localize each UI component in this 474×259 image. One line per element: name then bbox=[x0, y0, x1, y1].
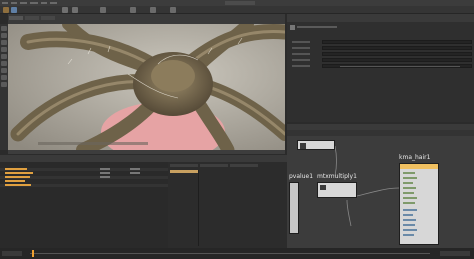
node-input-port[interactable] bbox=[403, 202, 415, 204]
node-label-kma-hair1: kma_hair1 bbox=[399, 154, 431, 161]
highlighted-row[interactable] bbox=[170, 170, 198, 173]
menu-item[interactable] bbox=[20, 2, 27, 4]
viewport-tab[interactable] bbox=[41, 16, 55, 20]
node-pvalue1[interactable] bbox=[289, 182, 299, 234]
node-mtxmultiply1[interactable] bbox=[317, 182, 357, 198]
shelf-tool-icon[interactable] bbox=[72, 7, 78, 13]
node-input-port[interactable] bbox=[403, 172, 415, 174]
list-item-label bbox=[5, 184, 31, 186]
node-input-port[interactable] bbox=[403, 177, 417, 179]
outliner-pane bbox=[0, 162, 168, 248]
column-header bbox=[230, 164, 258, 167]
list-value bbox=[100, 172, 110, 174]
node-input-port[interactable] bbox=[403, 182, 413, 184]
bottom-left-tabs bbox=[0, 155, 168, 162]
node-type-icon bbox=[300, 143, 306, 149]
shelf-tool-icon[interactable] bbox=[62, 7, 68, 13]
viewport-tool-icon[interactable] bbox=[1, 68, 7, 73]
node-input-port[interactable] bbox=[403, 197, 417, 199]
list-value bbox=[130, 172, 140, 174]
column-header bbox=[170, 164, 198, 167]
list-value bbox=[130, 168, 140, 170]
node-type-icon bbox=[320, 185, 326, 190]
list-item-label bbox=[5, 168, 27, 170]
viewport-tab[interactable] bbox=[25, 16, 39, 20]
list-value bbox=[100, 168, 110, 170]
divider bbox=[198, 170, 199, 246]
menu-item[interactable] bbox=[11, 2, 17, 4]
node-header bbox=[400, 164, 438, 169]
node-input-port[interactable] bbox=[403, 229, 417, 231]
parameter-field[interactable] bbox=[322, 40, 472, 44]
list-item[interactable] bbox=[0, 180, 168, 183]
viewport-tab[interactable] bbox=[9, 16, 23, 20]
shelf-tool-icon[interactable] bbox=[100, 7, 106, 13]
viewport-tool-icon[interactable] bbox=[1, 47, 7, 52]
viewport-tool-icon[interactable] bbox=[1, 61, 7, 66]
network-node[interactable] bbox=[297, 140, 335, 150]
node-type-icon bbox=[290, 25, 295, 30]
parameter-pane bbox=[287, 22, 474, 122]
play-controls[interactable] bbox=[2, 251, 22, 256]
node-kma-hair1[interactable] bbox=[399, 163, 439, 245]
viewport-tool-icon[interactable] bbox=[1, 82, 7, 87]
column-header bbox=[200, 164, 228, 167]
parameter-label bbox=[292, 59, 310, 61]
parameter-header bbox=[297, 26, 337, 28]
viewport-tool-icon[interactable] bbox=[1, 54, 7, 59]
desktop-selector[interactable] bbox=[225, 1, 255, 5]
node-label-mtxmultiply1: mtxmultiply1 bbox=[317, 173, 357, 180]
list-value bbox=[100, 176, 110, 178]
parameter-slider[interactable] bbox=[340, 66, 460, 67]
list-item-label bbox=[5, 180, 25, 182]
viewport-status-bar bbox=[8, 150, 285, 154]
menu-item[interactable] bbox=[50, 2, 57, 4]
timeline-bar[interactable] bbox=[0, 248, 474, 259]
node-label-pvalue1: pvalue1 bbox=[289, 173, 314, 180]
shelf-tool-icon[interactable] bbox=[150, 7, 156, 13]
parameter-pane-tabs bbox=[287, 14, 474, 22]
node-input-port[interactable] bbox=[403, 214, 413, 216]
node-input-port[interactable] bbox=[403, 187, 416, 189]
node-input-port[interactable] bbox=[403, 192, 414, 194]
list-item-label bbox=[5, 172, 33, 174]
viewport-tool-icon[interactable] bbox=[1, 40, 7, 45]
parameter-field[interactable] bbox=[322, 46, 472, 50]
detail-pane bbox=[168, 162, 287, 248]
bottom-mid-tabs bbox=[168, 155, 287, 162]
node-input-port[interactable] bbox=[403, 209, 417, 211]
frame-field[interactable] bbox=[440, 251, 470, 256]
shelf-toolbar bbox=[0, 6, 474, 14]
scene-viewport[interactable] bbox=[8, 24, 285, 150]
menu-item[interactable] bbox=[2, 2, 8, 4]
shelf-tool-icon[interactable] bbox=[11, 7, 17, 13]
timeline-playhead[interactable] bbox=[32, 250, 34, 257]
spider-render-image bbox=[8, 24, 285, 150]
viewport-tab-bar bbox=[8, 14, 285, 24]
menu-item[interactable] bbox=[30, 2, 38, 4]
parameter-field[interactable] bbox=[322, 58, 472, 62]
list-item-label bbox=[5, 176, 30, 178]
parameter-label bbox=[292, 53, 310, 55]
shelf-tool-icon[interactable] bbox=[3, 7, 9, 13]
parameter-label bbox=[292, 65, 310, 67]
parameter-label bbox=[292, 41, 310, 43]
shelf-tool-icon[interactable] bbox=[170, 7, 176, 13]
parameter-label bbox=[292, 47, 310, 49]
shelf-tool-icon[interactable] bbox=[130, 7, 136, 13]
viewport-tool-column bbox=[0, 24, 8, 150]
viewport-tool-icon[interactable] bbox=[1, 33, 7, 38]
node-input-port[interactable] bbox=[403, 224, 415, 226]
viewport-tool-icon[interactable] bbox=[1, 75, 7, 80]
node-wire-icon bbox=[334, 145, 400, 227]
parameter-field[interactable] bbox=[322, 52, 472, 56]
menu-item[interactable] bbox=[41, 2, 47, 4]
node-input-port[interactable] bbox=[403, 234, 414, 236]
viewport-tool-icon[interactable] bbox=[1, 26, 7, 31]
network-editor[interactable]: pvalue1 mtxmultiply1 kma_hair1 bbox=[287, 136, 474, 248]
node-input-port[interactable] bbox=[403, 219, 416, 221]
timeline-track[interactable] bbox=[30, 253, 430, 254]
